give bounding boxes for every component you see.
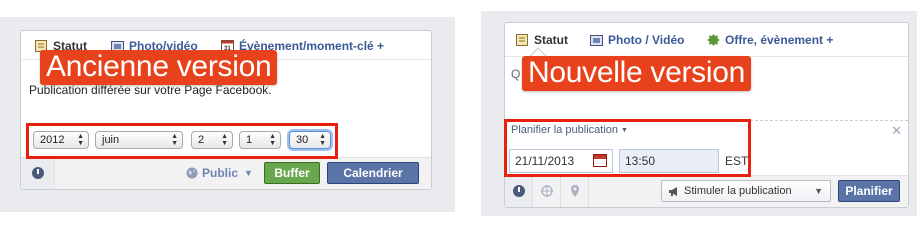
new-tab-photo[interactable]: Photo / Vidéo [590, 32, 684, 48]
old-schedule-button[interactable]: Calendrier [327, 162, 419, 184]
offer-icon [707, 34, 720, 46]
new-schedule-button[interactable]: Planifier [838, 180, 900, 202]
location-pin-icon [571, 185, 579, 197]
boost-post-button[interactable]: Stimuler la publication ▼ [661, 180, 831, 202]
target-icon [541, 185, 553, 197]
old-audience-label: Public [202, 166, 239, 180]
old-version-label: Ancienne version [40, 50, 278, 85]
buffer-button-label: Buffer [274, 166, 310, 180]
new-schedule-button-label: Planifier [845, 184, 893, 198]
boost-post-label: Stimuler la publication [684, 185, 792, 197]
new-tab-offer-label: Offre, évènement + [725, 33, 834, 47]
old-schedule-toggle[interactable] [21, 158, 55, 189]
location-toggle[interactable] [561, 176, 589, 207]
old-audience-selector[interactable]: Public ▼ [186, 166, 253, 180]
chevron-down-icon: ▼ [814, 186, 823, 196]
new-composer-card: Statut Photo / Vidéo Offre, évènement + … [504, 22, 909, 208]
new-tab-status-label: Statut [534, 33, 568, 47]
target-toggle[interactable] [533, 176, 561, 207]
photo-icon [590, 34, 603, 46]
new-schedule-toggle[interactable] [505, 176, 533, 207]
old-footer: Public ▼ Buffer Calendrier [21, 157, 431, 189]
new-tab-bar: Statut Photo / Vidéo Offre, évènement + [505, 23, 908, 65]
new-version-label: Nouvelle version [522, 56, 751, 91]
clock-icon [513, 185, 525, 197]
new-footer: Stimuler la publication ▼ Planifier [505, 175, 908, 207]
status-icon [516, 34, 529, 46]
clock-icon [32, 167, 44, 179]
new-composer-placeholder: Q [511, 67, 521, 81]
close-icon[interactable]: ✕ [891, 123, 902, 139]
old-highlight-box [26, 123, 338, 159]
new-tab-offer[interactable]: Offre, évènement + [707, 32, 833, 48]
buffer-button[interactable]: Buffer [264, 162, 320, 184]
old-composer-text: Publication différée sur votre Page Face… [29, 83, 272, 97]
new-tab-photo-label: Photo / Vidéo [608, 33, 685, 47]
new-tab-status[interactable]: Statut [516, 32, 568, 48]
chevron-down-icon: ▼ [244, 168, 253, 178]
globe-icon [186, 167, 198, 179]
megaphone-icon [669, 186, 677, 196]
new-highlight-box [504, 119, 751, 177]
old-schedule-button-label: Calendrier [343, 166, 403, 180]
